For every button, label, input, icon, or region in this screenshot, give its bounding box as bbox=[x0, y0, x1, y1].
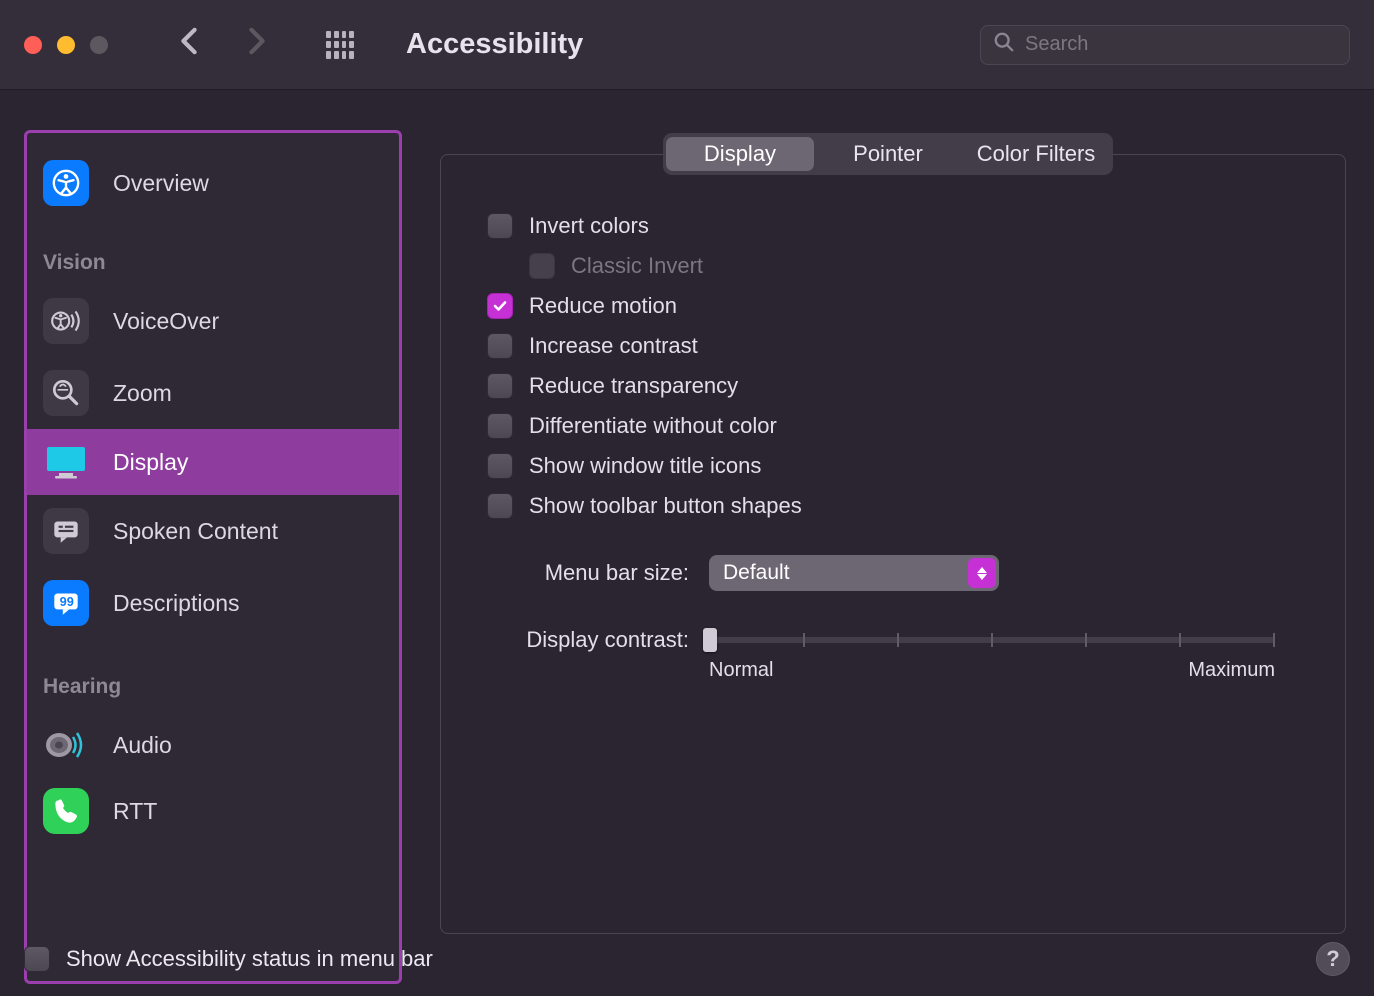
sidebar-item-zoom[interactable]: Zoom bbox=[27, 357, 399, 429]
check-label: Increase contrast bbox=[529, 333, 698, 359]
minimize-button[interactable] bbox=[57, 36, 75, 54]
zoom-button[interactable] bbox=[90, 36, 108, 54]
check-label: Reduce transparency bbox=[529, 373, 738, 399]
check-increase-contrast-row: Increase contrast bbox=[487, 333, 1305, 359]
check-invert-colors-row: Invert colors bbox=[487, 213, 1305, 239]
back-button[interactable] bbox=[180, 27, 198, 63]
check-label: Classic Invert bbox=[571, 253, 703, 279]
slider-min-label: Normal bbox=[709, 659, 773, 682]
window-title: Accessibility bbox=[406, 28, 583, 61]
sidebar-item-label: Display bbox=[113, 449, 188, 476]
check-reduce-motion[interactable] bbox=[487, 293, 513, 319]
check-status-menubar[interactable] bbox=[24, 946, 50, 972]
display-contrast-slider[interactable]: Normal Maximum bbox=[709, 627, 1305, 682]
content-area: Display Pointer Color Filters Invert col… bbox=[426, 130, 1350, 984]
spoken-content-icon bbox=[43, 508, 89, 554]
sidebar-item-label: Descriptions bbox=[113, 590, 240, 617]
sidebar: Overview Vision VoiceOver Zoom bbox=[24, 130, 402, 984]
sidebar-item-rtt[interactable]: RTT bbox=[27, 781, 399, 841]
rtt-icon bbox=[43, 788, 89, 834]
sidebar-item-label: VoiceOver bbox=[113, 308, 219, 335]
display-icon bbox=[43, 439, 89, 485]
menu-bar-size-label: Menu bar size: bbox=[487, 560, 689, 586]
descriptions-icon: 99 bbox=[43, 580, 89, 626]
check-differentiate[interactable] bbox=[487, 413, 513, 439]
sidebar-item-label: Overview bbox=[113, 170, 209, 197]
traffic-lights bbox=[24, 36, 108, 54]
sidebar-item-label: Spoken Content bbox=[113, 518, 278, 545]
check-label: Show toolbar button shapes bbox=[529, 493, 802, 519]
sidebar-item-label: RTT bbox=[113, 798, 157, 825]
slider-thumb[interactable] bbox=[703, 628, 717, 652]
check-invert-colors[interactable] bbox=[487, 213, 513, 239]
check-increase-contrast[interactable] bbox=[487, 333, 513, 359]
select-value: Default bbox=[723, 561, 790, 585]
display-panel: Invert colors Classic Invert Reduce moti… bbox=[440, 154, 1346, 934]
check-toolbar-shapes[interactable] bbox=[487, 493, 513, 519]
select-stepper-icon bbox=[968, 558, 996, 588]
sidebar-item-overview[interactable]: Overview bbox=[27, 151, 399, 215]
voiceover-icon bbox=[43, 298, 89, 344]
show-all-prefs-button[interactable] bbox=[326, 31, 354, 59]
check-status-menubar-row: Show Accessibility status in menu bar bbox=[24, 946, 433, 972]
check-classic-invert bbox=[529, 253, 555, 279]
menu-bar-size-row: Menu bar size: Default bbox=[487, 555, 1305, 591]
help-button[interactable]: ? bbox=[1316, 942, 1350, 976]
forward-button bbox=[248, 27, 266, 63]
accessibility-window: Accessibility Overview Vision bbox=[0, 0, 1374, 996]
sidebar-item-display[interactable]: Display bbox=[27, 429, 399, 495]
check-title-icons-row: Show window title icons bbox=[487, 453, 1305, 479]
check-reduce-transparency-row: Reduce transparency bbox=[487, 373, 1305, 399]
tab-display[interactable]: Display bbox=[666, 137, 814, 171]
tab-color-filters[interactable]: Color Filters bbox=[962, 137, 1110, 171]
sidebar-item-label: Audio bbox=[113, 732, 172, 759]
svg-text:99: 99 bbox=[60, 594, 74, 609]
audio-icon bbox=[43, 722, 89, 768]
display-contrast-row: Display contrast: Normal Maximum bbox=[487, 627, 1305, 682]
close-button[interactable] bbox=[24, 36, 42, 54]
search-icon bbox=[993, 31, 1015, 58]
check-differentiate-row: Differentiate without color bbox=[487, 413, 1305, 439]
menu-bar-size-select[interactable]: Default bbox=[709, 555, 999, 591]
slider-max-label: Maximum bbox=[1188, 659, 1275, 682]
check-label: Invert colors bbox=[529, 213, 649, 239]
sidebar-category-hearing: Hearing bbox=[27, 639, 399, 709]
tab-pointer[interactable]: Pointer bbox=[814, 137, 962, 171]
check-reduce-motion-row: Reduce motion bbox=[487, 293, 1305, 319]
nav-arrows bbox=[180, 27, 266, 63]
sidebar-item-descriptions[interactable]: 99 Descriptions bbox=[27, 567, 399, 639]
check-title-icons[interactable] bbox=[487, 453, 513, 479]
titlebar: Accessibility bbox=[0, 0, 1374, 90]
check-reduce-transparency[interactable] bbox=[487, 373, 513, 399]
sidebar-item-audio[interactable]: Audio bbox=[27, 709, 399, 781]
sidebar-item-label: Zoom bbox=[113, 380, 172, 407]
check-label: Show Accessibility status in menu bar bbox=[66, 946, 433, 972]
sidebar-category-vision: Vision bbox=[27, 215, 399, 285]
display-contrast-label: Display contrast: bbox=[487, 627, 689, 653]
sidebar-item-voiceover[interactable]: VoiceOver bbox=[27, 285, 399, 357]
check-classic-invert-row: Classic Invert bbox=[529, 253, 1305, 279]
check-label: Differentiate without color bbox=[529, 413, 777, 439]
check-label: Show window title icons bbox=[529, 453, 761, 479]
search-field[interactable] bbox=[980, 25, 1350, 65]
tab-bar: Display Pointer Color Filters bbox=[663, 133, 1113, 175]
accessibility-icon bbox=[43, 160, 89, 206]
body: Overview Vision VoiceOver Zoom bbox=[0, 90, 1374, 996]
check-toolbar-shapes-row: Show toolbar button shapes bbox=[487, 493, 1305, 519]
sidebar-item-spoken-content[interactable]: Spoken Content bbox=[27, 495, 399, 567]
bottom-bar: Show Accessibility status in menu bar ? bbox=[24, 942, 1350, 976]
zoom-icon bbox=[43, 370, 89, 416]
check-label: Reduce motion bbox=[529, 293, 677, 319]
search-input[interactable] bbox=[1025, 33, 1337, 56]
